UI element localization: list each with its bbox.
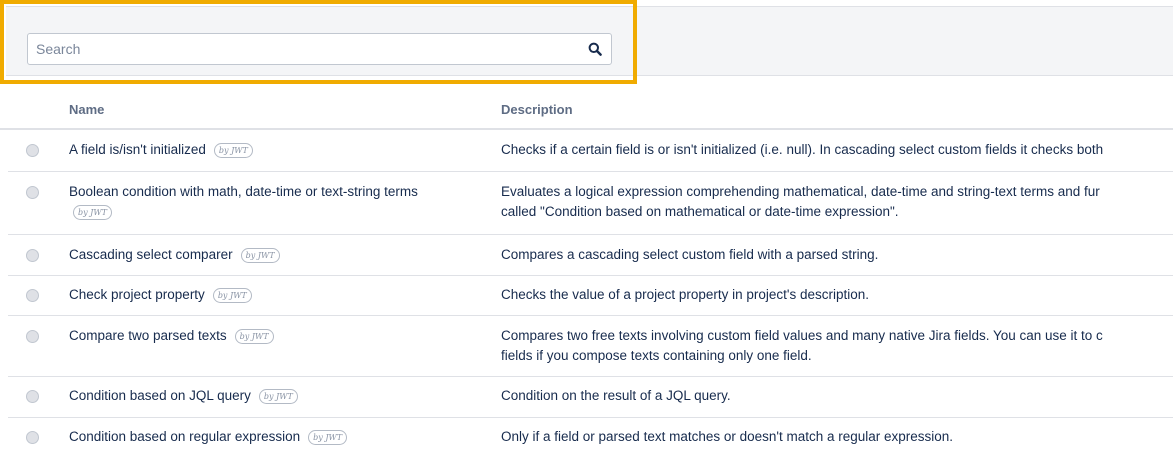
jwt-badge: by JWT xyxy=(213,142,253,158)
search-toolbar xyxy=(6,6,1173,76)
table-row[interactable]: Condition based on regular expression by … xyxy=(8,418,1173,452)
row-radio[interactable] xyxy=(26,330,39,343)
table-row[interactable]: Condition based on JQL query by JWT Condi… xyxy=(8,377,1173,418)
column-header-description[interactable]: Description xyxy=(501,102,573,117)
condition-description: Condition on the result of a JQL query. xyxy=(501,386,1173,406)
condition-description: Compares a cascading select custom field… xyxy=(501,245,1173,265)
table-row[interactable]: A field is/isn't initialized by JWT Check… xyxy=(8,130,1173,172)
search-field[interactable] xyxy=(27,33,612,65)
row-radio[interactable] xyxy=(26,186,39,199)
condition-description: Evaluates a logical expression comprehen… xyxy=(501,182,1173,222)
row-radio[interactable] xyxy=(26,249,39,262)
condition-name-text: Condition based on regular expression xyxy=(69,429,301,444)
condition-name: Boolean condition with math, date-time o… xyxy=(69,182,479,222)
row-radio[interactable] xyxy=(26,144,39,157)
table-row[interactable]: Boolean condition with math, date-time o… xyxy=(8,172,1173,235)
condition-name: Condition based on JQL query by JWT xyxy=(69,386,479,406)
description-line: called "Condition based on mathematical … xyxy=(501,204,899,219)
condition-name-text: A field is/isn't initialized xyxy=(69,142,206,157)
jwt-badge: by JWT xyxy=(234,328,274,344)
description-line: Compares a cascading select custom field… xyxy=(501,247,879,262)
row-radio[interactable] xyxy=(26,390,39,403)
description-line: Compares two free texts involving custom… xyxy=(501,328,1103,343)
description-line: fields if you compose texts containing o… xyxy=(501,348,812,363)
condition-description: Checks if a certain field is or isn't in… xyxy=(501,140,1173,160)
jwt-badge: by JWT xyxy=(258,388,298,404)
jwt-badge: by JWT xyxy=(308,429,348,445)
condition-name-text: Boolean condition with math, date-time o… xyxy=(69,184,418,199)
description-line: Condition on the result of a JQL query. xyxy=(501,388,731,403)
table-header: Name Description xyxy=(0,92,1173,130)
row-radio[interactable] xyxy=(26,431,39,444)
description-line: Checks the value of a project property i… xyxy=(501,287,870,302)
table-row[interactable]: Check project property by JWT Checks the … xyxy=(8,276,1173,316)
jwt-badge: by JWT xyxy=(73,204,112,220)
jwt-badge: by JWT xyxy=(240,247,280,263)
condition-description: Only if a field or parsed text matches o… xyxy=(501,427,1173,447)
condition-name-text: Cascading select comparer xyxy=(69,247,233,262)
condition-description: Checks the value of a project property i… xyxy=(501,285,1173,305)
table-row[interactable]: Compare two parsed texts by JWT Compares … xyxy=(8,316,1173,377)
condition-name-text: Condition based on JQL query xyxy=(69,388,251,403)
condition-description: Compares two free texts involving custom… xyxy=(501,326,1173,366)
condition-name: A field is/isn't initialized by JWT xyxy=(69,140,479,160)
search-icon[interactable] xyxy=(588,42,602,56)
column-header-name[interactable]: Name xyxy=(69,102,104,117)
condition-name: Check project property by JWT xyxy=(69,285,479,305)
description-line: Only if a field or parsed text matches o… xyxy=(501,429,954,444)
row-radio[interactable] xyxy=(26,289,39,302)
table-row[interactable]: Cascading select comparer by JWT Compares… xyxy=(8,235,1173,276)
condition-name: Compare two parsed texts by JWT xyxy=(69,326,479,346)
search-input[interactable] xyxy=(28,34,568,64)
description-line: Checks if a certain field is or isn't in… xyxy=(501,142,1104,157)
condition-name: Cascading select comparer by JWT xyxy=(69,245,479,265)
condition-name-text: Compare two parsed texts xyxy=(69,328,227,343)
condition-name: Condition based on regular expression by … xyxy=(69,427,479,447)
condition-name-text: Check project property xyxy=(69,287,205,302)
jwt-badge: by JWT xyxy=(212,287,252,303)
description-line: Evaluates a logical expression comprehen… xyxy=(501,184,1100,199)
